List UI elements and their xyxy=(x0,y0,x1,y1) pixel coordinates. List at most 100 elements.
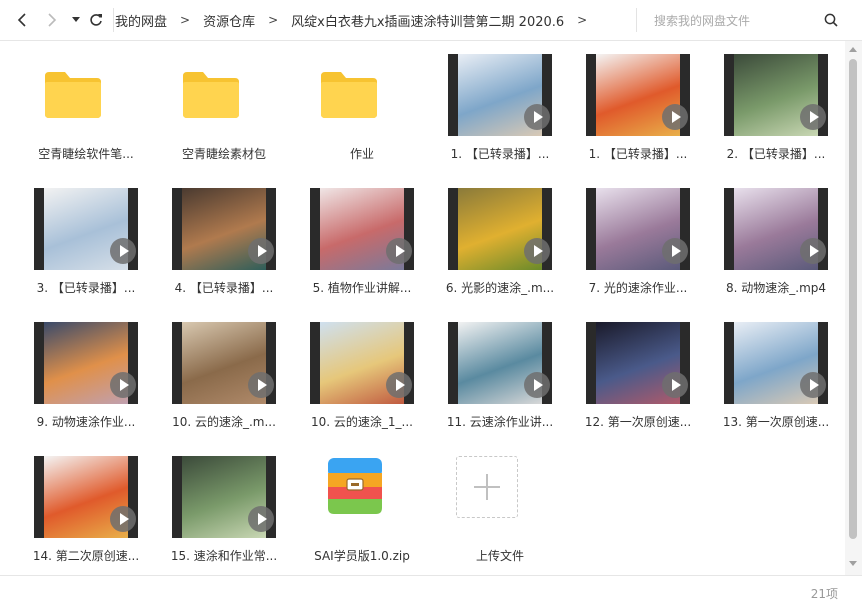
scrollbar[interactable] xyxy=(845,41,862,575)
video-thumbnail xyxy=(172,322,276,404)
file-name: 9. 动物速涂作业... xyxy=(36,415,136,429)
item-count: 21项 xyxy=(810,587,838,601)
file-name: SAI学员版1.0.zip xyxy=(314,549,410,563)
breadcrumb-separator: > xyxy=(180,13,191,27)
video-item[interactable]: 5. 植物作业讲解... xyxy=(298,175,418,305)
file-name: 7. 光的速涂作业... xyxy=(588,281,688,295)
file-name: 3. 【已转录播】... xyxy=(36,281,136,295)
status-bar: 21项 xyxy=(0,575,862,611)
folder-icon xyxy=(181,70,241,120)
chevron-left-icon[interactable] xyxy=(12,10,32,30)
divider xyxy=(636,8,637,32)
video-item[interactable]: 4. 【已转录播】... xyxy=(160,175,280,305)
search-input[interactable] xyxy=(654,11,814,31)
play-icon xyxy=(800,372,826,398)
file-name: 5. 植物作业讲解... xyxy=(312,281,412,295)
navigation-bar: 我的网盘 > 资源仓库 > 风绽x白衣巷九x插画速涂特训营第二期 2020.6 … xyxy=(0,0,862,41)
search-icon[interactable] xyxy=(824,12,838,31)
play-icon xyxy=(248,238,274,264)
zip-item[interactable]: SAI学员版1.0.zip xyxy=(298,443,418,573)
folder-item[interactable]: 空青睫绘软件笔... xyxy=(22,41,142,171)
video-item[interactable]: 15. 速涂和作业常... xyxy=(160,443,280,573)
video-item[interactable]: 2. 【已转录播】... xyxy=(712,41,832,171)
video-item[interactable]: 1. 【已转录播】... xyxy=(574,41,694,171)
video-item[interactable]: 12. 第一次原创速... xyxy=(574,309,694,439)
video-thumbnail xyxy=(34,188,138,270)
play-icon xyxy=(386,238,412,264)
play-icon xyxy=(662,104,688,130)
plus-icon xyxy=(456,456,518,518)
folder-icon xyxy=(319,70,379,120)
file-name: 上传文件 xyxy=(475,549,524,563)
play-icon xyxy=(386,372,412,398)
play-icon xyxy=(110,506,136,532)
file-grid: 空青睫绘软件笔... 空青睫绘素材包 作业 1. 【已转录播】... 1. 【已转录播】… xyxy=(0,41,845,575)
scroll-up-arrow-icon[interactable] xyxy=(849,47,857,52)
breadcrumb: 我的网盘 > 资源仓库 > 风绽x白衣巷九x插画速涂特训营第二期 2020.6 … xyxy=(115,0,600,40)
play-icon xyxy=(800,104,826,130)
video-thumbnail xyxy=(586,322,690,404)
divider xyxy=(113,8,114,32)
play-icon xyxy=(110,238,136,264)
play-icon xyxy=(524,238,550,264)
file-name: 1. 【已转录播】... xyxy=(588,147,688,161)
video-thumbnail xyxy=(172,188,276,270)
file-name: 15. 速涂和作业常... xyxy=(170,549,278,563)
zip-archive-icon xyxy=(328,458,382,514)
play-icon xyxy=(110,372,136,398)
folder-item[interactable]: 作业 xyxy=(298,41,418,171)
breadcrumb-separator: > xyxy=(268,13,279,27)
file-name: 11. 云速涂作业讲... xyxy=(446,415,554,429)
file-name: 10. 云的速涂_.m... xyxy=(172,415,276,429)
file-name: 2. 【已转录播】... xyxy=(726,147,826,161)
video-item[interactable]: 1. 【已转录播】... xyxy=(436,41,556,171)
video-item[interactable]: 6. 光影的速涂_.m... xyxy=(436,175,556,305)
play-icon xyxy=(524,104,550,130)
play-icon xyxy=(662,372,688,398)
file-name: 6. 光影的速涂_.m... xyxy=(445,281,555,295)
folder-item[interactable]: 空青睫绘素材包 xyxy=(160,41,280,171)
video-item[interactable]: 9. 动物速涂作业... xyxy=(22,309,142,439)
file-name: 1. 【已转录播】... xyxy=(450,147,550,161)
search-box xyxy=(654,10,854,31)
video-thumbnail xyxy=(310,188,414,270)
breadcrumb-item-current-folder[interactable]: 风绽x白衣巷九x插画速涂特训营第二期 2020.6 xyxy=(291,11,564,30)
video-item[interactable]: 7. 光的速涂作业... xyxy=(574,175,694,305)
video-item[interactable]: 14. 第二次原创速... xyxy=(22,443,142,573)
breadcrumb-separator: > xyxy=(577,13,588,27)
scroll-down-arrow-icon[interactable] xyxy=(849,561,857,566)
play-icon xyxy=(662,238,688,264)
video-thumbnail xyxy=(448,54,552,136)
refresh-icon[interactable] xyxy=(86,10,106,30)
file-name: 8. 动物速涂_.mp4 xyxy=(725,281,827,295)
video-item[interactable]: 10. 云的速涂_1_... xyxy=(298,309,418,439)
file-name: 12. 第一次原创速... xyxy=(584,415,692,429)
video-thumbnail xyxy=(586,188,690,270)
video-thumbnail xyxy=(448,188,552,270)
upload-file-button[interactable]: 上传文件 xyxy=(436,443,556,573)
video-thumbnail xyxy=(310,322,414,404)
video-item[interactable]: 13. 第一次原创速... xyxy=(712,309,832,439)
breadcrumb-item-resource-repo[interactable]: 资源仓库 xyxy=(203,11,255,30)
play-icon xyxy=(248,506,274,532)
chevron-right-icon[interactable] xyxy=(42,10,62,30)
video-item[interactable]: 3. 【已转录播】... xyxy=(22,175,142,305)
video-thumbnail xyxy=(34,322,138,404)
video-thumbnail xyxy=(724,322,828,404)
file-name: 14. 第二次原创速... xyxy=(32,549,140,563)
video-thumbnail xyxy=(172,456,276,538)
caret-down-icon[interactable] xyxy=(66,10,86,30)
file-name: 空青睫绘素材包 xyxy=(181,147,266,161)
file-name: 作业 xyxy=(349,147,374,161)
video-item[interactable]: 8. 动物速涂_.mp4 xyxy=(712,175,832,305)
video-item[interactable]: 10. 云的速涂_.m... xyxy=(160,309,280,439)
play-icon xyxy=(248,372,274,398)
breadcrumb-item-my-drive[interactable]: 我的网盘 xyxy=(115,11,167,30)
scrollbar-thumb[interactable] xyxy=(849,59,857,539)
video-item[interactable]: 11. 云速涂作业讲... xyxy=(436,309,556,439)
play-icon xyxy=(524,372,550,398)
file-name: 10. 云的速涂_1_... xyxy=(311,415,413,429)
folder-icon xyxy=(43,70,103,120)
play-icon xyxy=(800,238,826,264)
video-thumbnail xyxy=(724,54,828,136)
